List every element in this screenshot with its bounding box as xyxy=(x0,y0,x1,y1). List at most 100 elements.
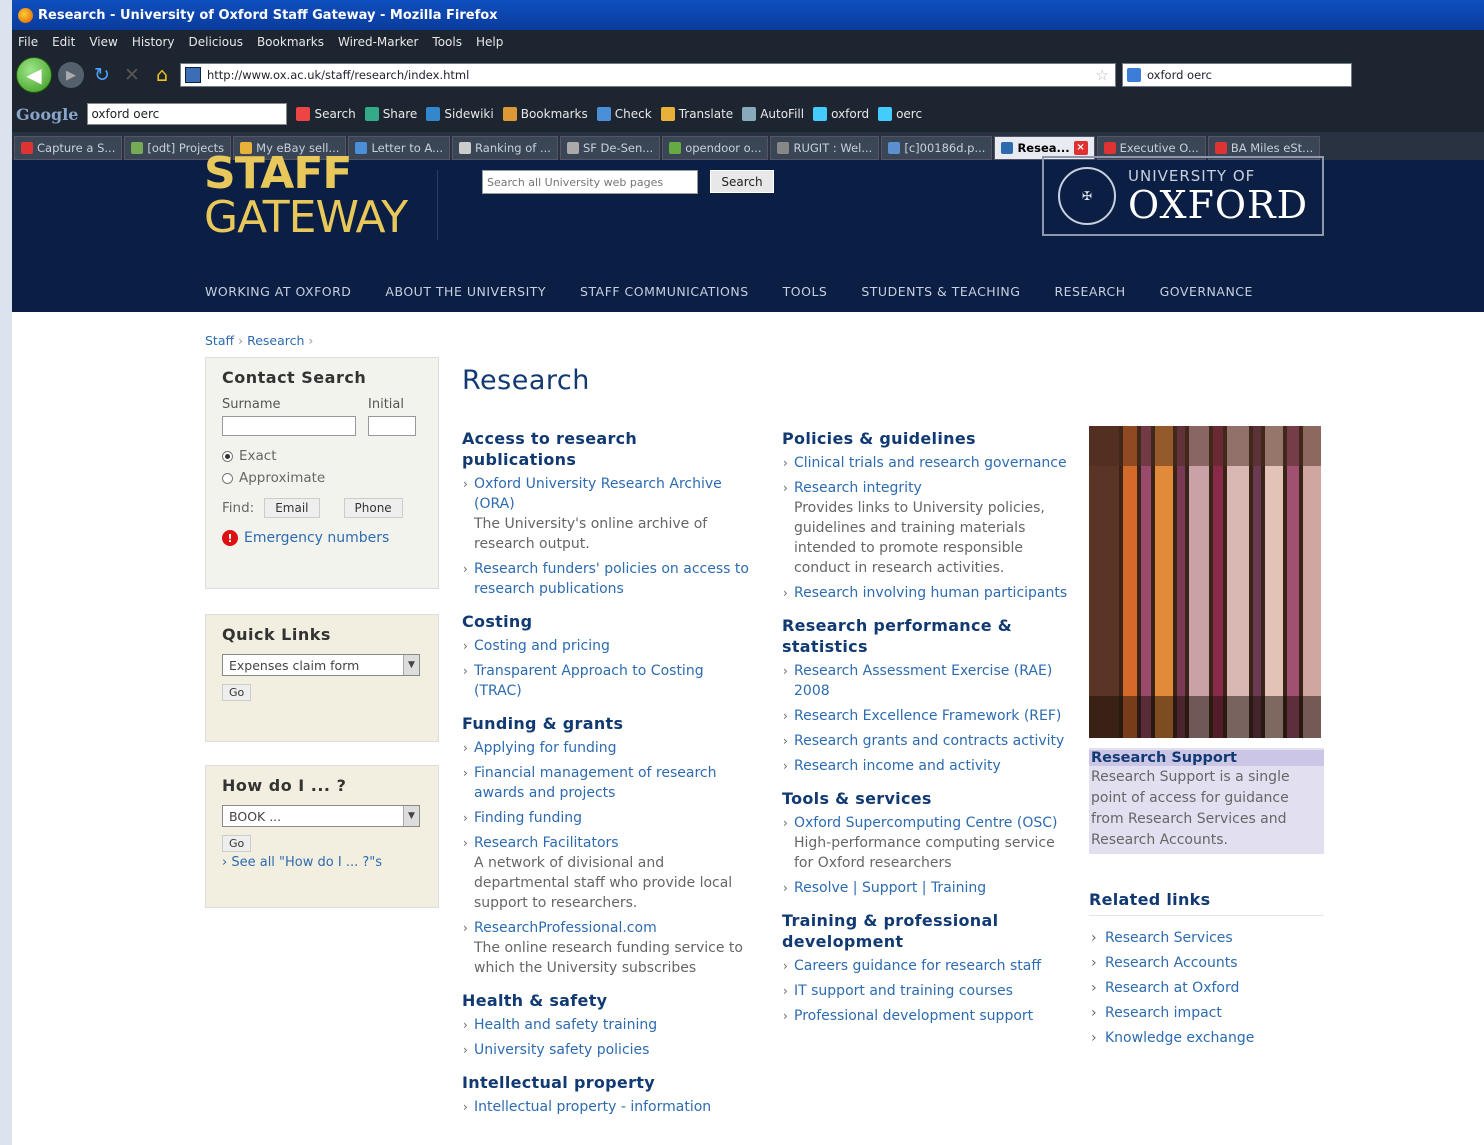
exact-radio[interactable]: Exact xyxy=(222,448,422,464)
link-research-excellence-framework-ref[interactable]: Research Excellence Framework (REF) xyxy=(794,708,1061,724)
item-description: The online research funding service to w… xyxy=(474,940,743,976)
google-toolbar-label: Search xyxy=(314,107,356,121)
link-research-income-and-activity[interactable]: Research income and activity xyxy=(794,758,1001,774)
link-research-involving-human-participants[interactable]: Research involving human participants xyxy=(794,585,1067,601)
staff-gateway-logo[interactable]: STAFF GATEWAY xyxy=(204,152,408,240)
link-careers-guidance-for-research-staff[interactable]: Careers guidance for research staff xyxy=(794,958,1041,974)
email-button[interactable]: Email xyxy=(264,498,320,518)
link-research-grants-and-contracts-activity[interactable]: Research grants and contracts activity xyxy=(794,733,1064,749)
breadcrumb-research[interactable]: Research xyxy=(247,333,304,348)
quick-links-select[interactable]: Expenses claim form ▼ xyxy=(222,654,420,676)
emergency-numbers-link[interactable]: ! Emergency numbers xyxy=(222,530,422,546)
google-toolbar-autofill[interactable]: AutoFill xyxy=(742,107,804,121)
link-research-assessment-exercise-rae-2008[interactable]: Research Assessment Exercise (RAE) 2008 xyxy=(794,663,1052,699)
menu-item-file[interactable]: File xyxy=(18,35,38,49)
emergency-label: Emergency numbers xyxy=(244,530,390,546)
phone-button[interactable]: Phone xyxy=(343,498,403,518)
browser-tab[interactable]: opendoor o... xyxy=(662,136,769,160)
tab-favicon-icon xyxy=(888,142,901,154)
google-toolbar-oxford[interactable]: oxford xyxy=(813,107,869,121)
tab-close-icon[interactable]: × xyxy=(1073,141,1088,155)
back-button[interactable]: ◀ xyxy=(16,57,52,93)
menu-item-view[interactable]: View xyxy=(89,35,117,49)
google-toolbar-label: oerc xyxy=(896,107,923,121)
browser-tab[interactable]: Ranking of ... xyxy=(452,136,558,160)
section-heading: Health & safety xyxy=(462,991,608,1010)
google-toolbar-label: Check xyxy=(614,107,652,121)
tab-favicon-icon xyxy=(777,142,790,154)
related-link-knowledge-exchange[interactable]: Knowledge exchange xyxy=(1089,1030,1324,1046)
initial-input[interactable] xyxy=(368,416,416,436)
related-link-research-accounts[interactable]: Research Accounts xyxy=(1089,955,1324,971)
link-transparent-approach-to-costing-trac[interactable]: Transparent Approach to Costing (TRAC) xyxy=(474,663,704,699)
link-applying-for-funding[interactable]: Applying for funding xyxy=(474,740,617,756)
link-research-funders-policies-on-access-to-research-publications[interactable]: Research funders' policies on access to … xyxy=(474,561,749,597)
google-toolbar-check[interactable]: Check xyxy=(596,107,652,121)
nav-governance[interactable]: GOVERNANCE xyxy=(1160,284,1253,299)
menu-item-tools[interactable]: Tools xyxy=(432,35,462,49)
research-support-link[interactable]: Research Support xyxy=(1089,750,1324,766)
surname-input[interactable] xyxy=(222,416,356,436)
link-intellectual-property-information[interactable]: Intellectual property - information xyxy=(474,1099,711,1115)
nav-staff-communications[interactable]: STAFF COMMUNICATIONS xyxy=(580,284,749,299)
link-it-support-and-training-courses[interactable]: IT support and training courses xyxy=(794,983,1013,999)
bookmark-star-icon[interactable]: ☆ xyxy=(1096,66,1115,84)
related-link-research-services[interactable]: Research Services xyxy=(1089,930,1324,946)
menu-item-bookmarks[interactable]: Bookmarks xyxy=(257,35,324,49)
menu-item-wired-marker[interactable]: Wired-Marker xyxy=(338,35,418,49)
link-oxford-supercomputing-centre-osc[interactable]: Oxford Supercomputing Centre (OSC) xyxy=(794,815,1057,831)
how-do-i-go-button[interactable]: Go xyxy=(222,835,252,852)
browser-tab[interactable]: SF De-Sen... xyxy=(559,136,661,160)
home-icon[interactable]: ⌂ xyxy=(150,64,174,86)
research-support-image[interactable] xyxy=(1089,426,1321,738)
nav-working-at-oxford[interactable]: WORKING AT OXFORD xyxy=(205,284,351,299)
google-search-input[interactable]: oxford oerc xyxy=(87,103,288,125)
browser-search-box[interactable]: oxford oerc xyxy=(1122,63,1352,87)
search-engine-icon[interactable] xyxy=(1127,68,1141,82)
menu-item-edit[interactable]: Edit xyxy=(52,35,75,49)
related-link-research-impact[interactable]: Research impact xyxy=(1089,1005,1324,1021)
link-university-safety-policies[interactable]: University safety policies xyxy=(474,1042,649,1058)
browser-tab[interactable]: RUGIT : Wel... xyxy=(770,136,880,160)
breadcrumb-staff[interactable]: Staff xyxy=(205,333,234,348)
nav-tools[interactable]: TOOLS xyxy=(783,284,828,299)
oxford-logo[interactable]: ✠ UNIVERSITY OF OXFORD xyxy=(1042,156,1324,236)
nav-about-the-university[interactable]: ABOUT THE UNIVERSITY xyxy=(385,284,546,299)
forward-button[interactable]: ▶ xyxy=(58,62,84,88)
google-toolbar-oerc[interactable]: oerc xyxy=(878,107,922,121)
browser-tab[interactable]: [c]00186d.p... xyxy=(881,136,993,160)
google-toolbar-search[interactable]: Search xyxy=(296,107,356,121)
link-research-integrity[interactable]: Research integrity xyxy=(794,480,922,496)
menu-item-help[interactable]: Help xyxy=(476,35,503,49)
google-toolbar-translate[interactable]: Translate xyxy=(660,107,733,121)
link-researchprofessional-com[interactable]: ResearchProfessional.com xyxy=(474,920,657,936)
approximate-radio[interactable]: Approximate xyxy=(222,470,422,486)
link-health-and-safety-training[interactable]: Health and safety training xyxy=(474,1017,657,1033)
link-financial-management-of-research-awards-and-projects[interactable]: Financial management of research awards … xyxy=(474,765,717,801)
list-item: IT support and training courses xyxy=(782,981,1072,1001)
menu-item-delicious[interactable]: Delicious xyxy=(189,35,243,49)
link-clinical-trials-and-research-governance[interactable]: Clinical trials and research governance xyxy=(794,455,1067,471)
related-link-research-at-oxford[interactable]: Research at Oxford xyxy=(1089,980,1324,996)
link-research-facilitators[interactable]: Research Facilitators xyxy=(474,835,619,851)
google-toolbar-bookmarks[interactable]: Bookmarks xyxy=(502,107,588,121)
nav-students-teaching[interactable]: STUDENTS & TEACHING xyxy=(861,284,1020,299)
site-search-button[interactable]: Search xyxy=(710,170,774,193)
reload-icon[interactable]: ↻ xyxy=(90,64,114,86)
link-finding-funding[interactable]: Finding funding xyxy=(474,810,582,826)
browser-tab[interactable]: Capture a S... xyxy=(14,136,123,160)
site-search-input[interactable] xyxy=(482,170,698,194)
stop-icon[interactable]: ✕ xyxy=(120,64,144,86)
how-do-i-select[interactable]: BOOK ... ▼ xyxy=(222,805,420,827)
link-resolve-support-training[interactable]: Resolve | Support | Training xyxy=(794,880,986,896)
menu-item-history[interactable]: History xyxy=(132,35,175,49)
link-costing-and-pricing[interactable]: Costing and pricing xyxy=(474,638,610,654)
google-toolbar-share[interactable]: Share xyxy=(364,107,417,121)
link-professional-development-support[interactable]: Professional development support xyxy=(794,1008,1033,1024)
google-toolbar-sidewiki[interactable]: Sidewiki xyxy=(426,107,494,121)
quick-links-go-button[interactable]: Go xyxy=(222,684,252,701)
link-oxford-university-research-archive-ora[interactable]: Oxford University Research Archive (ORA) xyxy=(474,476,722,512)
see-all-how-do-i-link[interactable]: › See all "How do I ... ?"s xyxy=(222,855,422,870)
url-bar[interactable]: http://www.ox.ac.uk/staff/research/index… xyxy=(180,63,1116,87)
nav-research[interactable]: RESEARCH xyxy=(1054,284,1125,299)
